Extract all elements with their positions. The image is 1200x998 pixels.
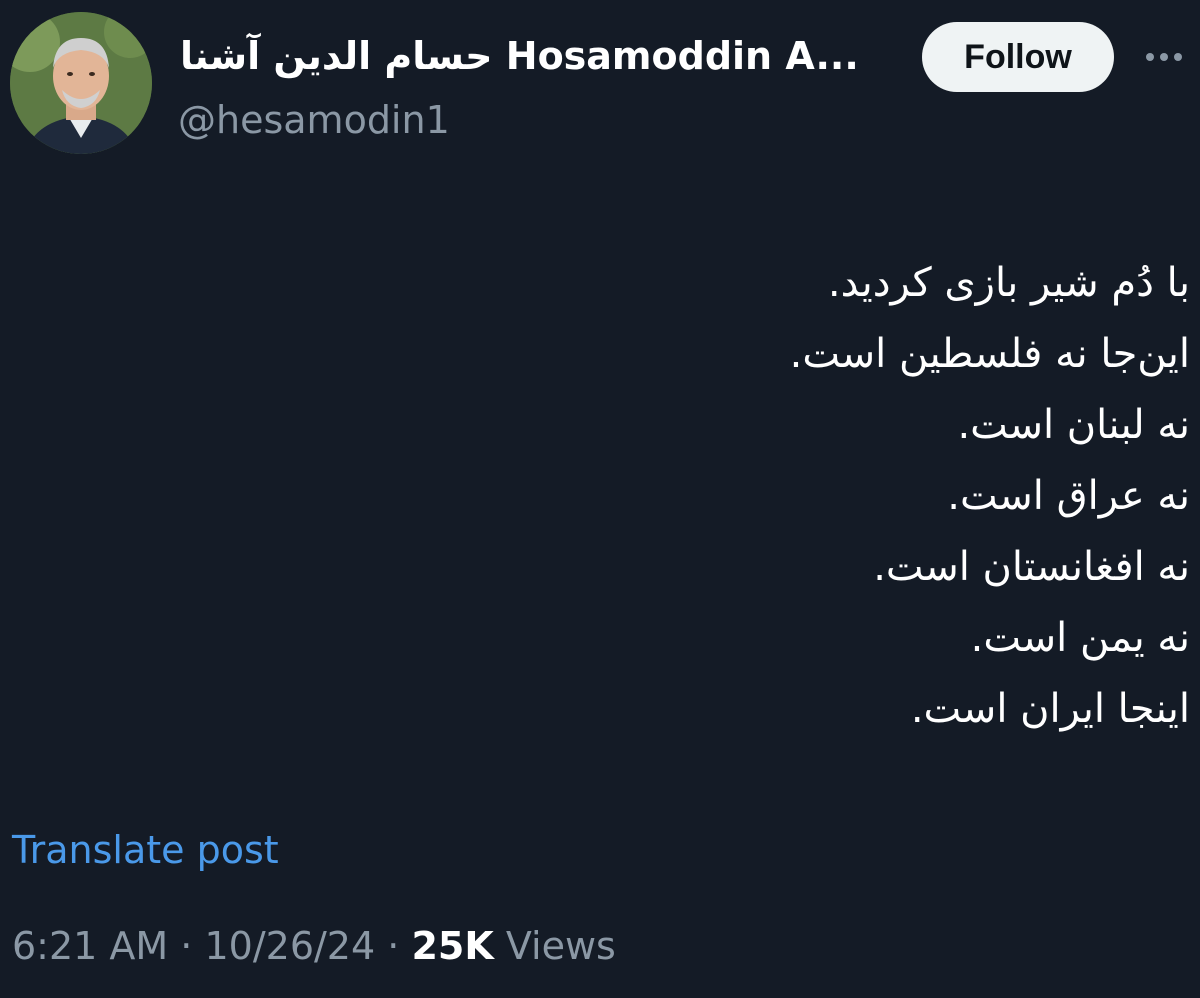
more-options-button[interactable] bbox=[1140, 42, 1188, 72]
tweet-text: با دُم شیر بازی کردید. این‌جا نه فلسطین … bbox=[190, 248, 1190, 745]
follow-button[interactable]: Follow bbox=[922, 22, 1114, 92]
post-time[interactable]: 6:21 AM bbox=[12, 924, 168, 968]
translate-post-link[interactable]: Translate post bbox=[12, 826, 279, 874]
views-count: 25K bbox=[411, 924, 494, 968]
author-display-name[interactable]: حسام الدین آشنا Hosamoddin A... bbox=[180, 28, 895, 84]
profile-photo-icon bbox=[10, 12, 152, 154]
tweet-text-line: نه عراق است. bbox=[947, 473, 1190, 519]
tweet-text-line: اینجا ایران است. bbox=[910, 686, 1190, 732]
tweet-meta: 6:21 AM · 10/26/24 · 25K Views bbox=[12, 920, 616, 972]
meta-separator: · bbox=[387, 924, 400, 968]
views-label: Views bbox=[505, 924, 616, 968]
meta-separator: · bbox=[180, 924, 193, 968]
tweet-text-line: این‌جا نه فلسطین است. bbox=[789, 331, 1190, 377]
tweet-text-line: نه افغانستان است. bbox=[873, 544, 1190, 590]
post-date[interactable]: 10/26/24 bbox=[204, 924, 375, 968]
author-handle[interactable]: @hesamodin1 bbox=[178, 96, 450, 144]
tweet-card: حسام الدین آشنا Hosamoddin A... @hesamod… bbox=[0, 0, 1200, 998]
avatar[interactable] bbox=[10, 12, 152, 154]
tweet-text-line: نه یمن است. bbox=[970, 615, 1190, 661]
more-dots-icon bbox=[1146, 53, 1182, 61]
tweet-text-line: نه لبنان است. bbox=[957, 402, 1190, 448]
tweet-text-line: با دُم شیر بازی کردید. bbox=[827, 260, 1190, 306]
